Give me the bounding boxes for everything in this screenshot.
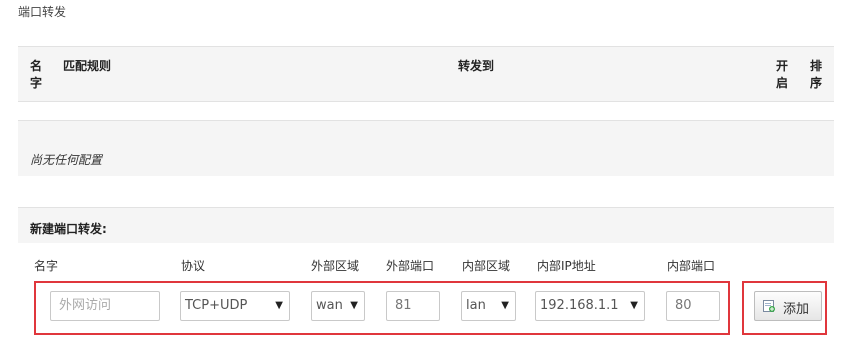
chevron-down-icon: ▼ (275, 300, 283, 311)
rules-table-header: 名字 匹配规则 转发到 开启 排序 (18, 46, 834, 102)
internal-ip-select[interactable]: 192.168.1.1 ▼ (535, 291, 645, 321)
label-name: 名字 (34, 259, 59, 273)
label-internal-port: 内部端口 (667, 259, 716, 273)
chevron-down-icon: ▼ (350, 300, 358, 311)
external-port-input[interactable]: 81 (386, 291, 440, 321)
label-internal-ip: 内部IP地址 (537, 259, 596, 273)
new-forward-title: 新建端口转发: (30, 222, 107, 236)
column-header-sort: 排序 (810, 59, 823, 90)
internal-port-input[interactable]: 80 (666, 291, 720, 321)
label-internal-zone: 内部区域 (462, 259, 511, 273)
add-button[interactable]: 添加 (754, 291, 822, 321)
add-button-label: 添加 (783, 302, 810, 317)
protocol-select-value: TCP+UDP (185, 298, 248, 313)
label-protocol: 协议 (181, 259, 206, 273)
column-header-name: 名字 (30, 59, 43, 90)
label-external-zone: 外部区域 (311, 259, 360, 273)
column-header-forward-to: 转发到 (458, 59, 495, 73)
external-zone-select[interactable]: wan ▼ (311, 291, 365, 321)
new-forward-section-header: 新建端口转发: (18, 207, 834, 243)
internal-ip-value: 192.168.1.1 (540, 298, 619, 313)
chevron-down-icon: ▼ (501, 300, 509, 311)
chevron-down-icon: ▼ (630, 300, 638, 311)
external-zone-value: wan (316, 298, 343, 313)
name-input[interactable]: 外网访问 (50, 291, 160, 321)
internal-zone-value: lan (466, 298, 486, 313)
internal-zone-select[interactable]: lan ▼ (461, 291, 516, 321)
protocol-select[interactable]: TCP+UDP ▼ (180, 291, 290, 321)
page-title: 端口转发 (18, 5, 67, 19)
rules-table-body: 尚无任何配置 (18, 120, 834, 176)
empty-state-text: 尚无任何配置 (30, 153, 103, 167)
column-header-enable: 开启 (776, 59, 789, 90)
column-header-match-rule: 匹配规则 (63, 59, 112, 73)
document-add-icon (763, 300, 775, 312)
label-external-port: 外部端口 (386, 259, 435, 273)
